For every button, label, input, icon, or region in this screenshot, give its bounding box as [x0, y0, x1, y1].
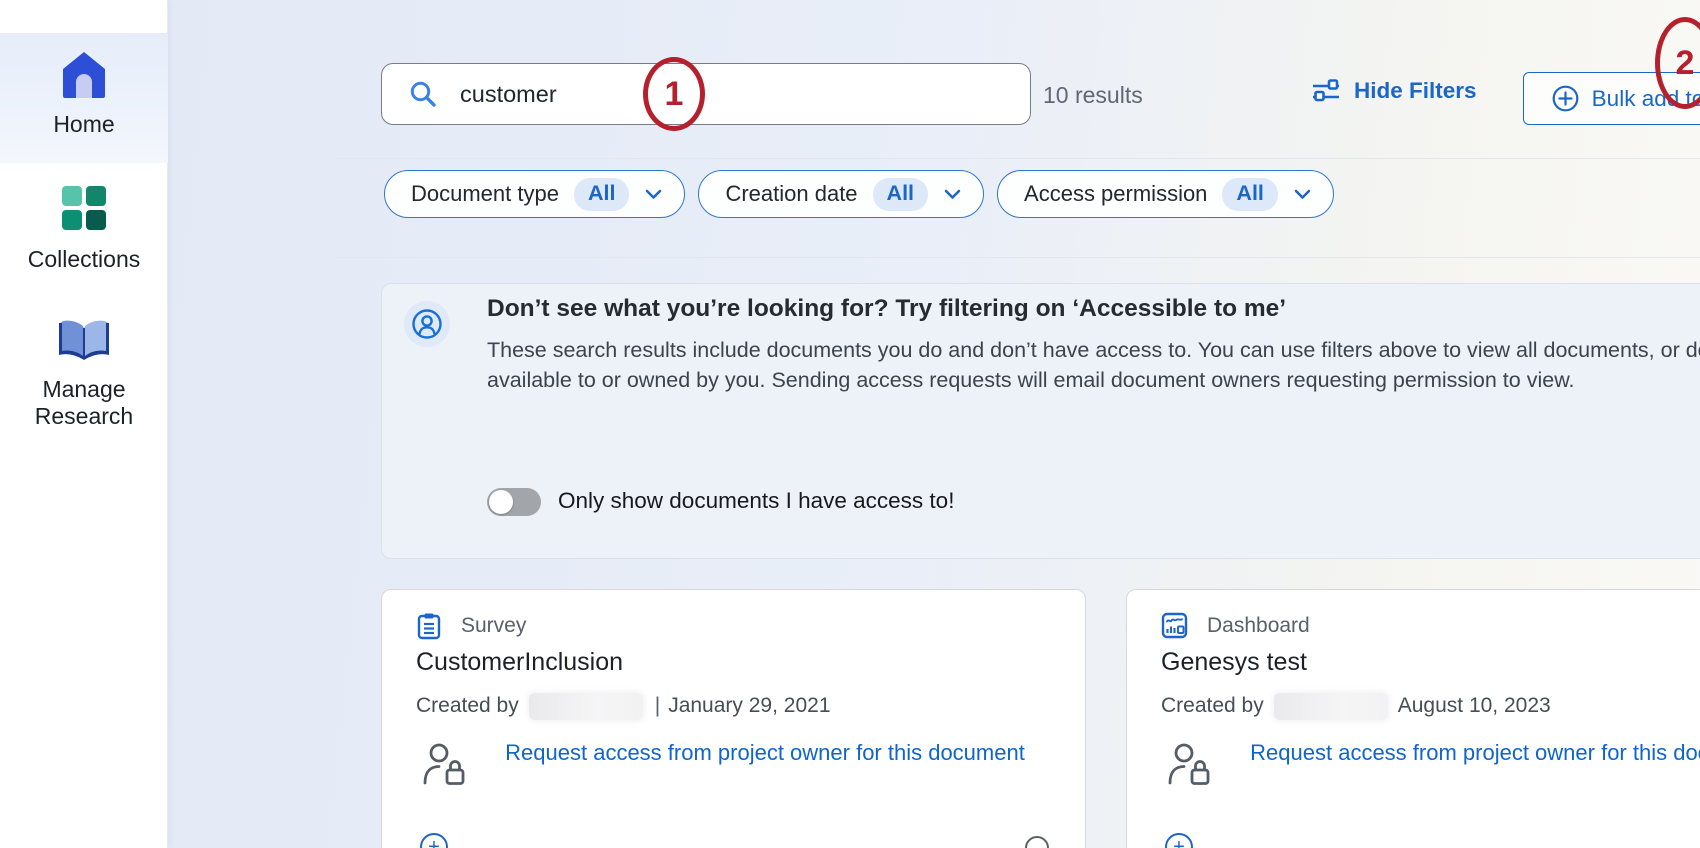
hide-filters-label: Hide Filters [1354, 78, 1477, 104]
document-card: Survey CustomerInclusion Created by | Ja… [381, 589, 1086, 848]
sidebar-item-manage-research[interactable]: Manage Research [0, 298, 168, 443]
banner-title: Don’t see what you’re looking for? Try f… [487, 295, 1286, 323]
request-access-link[interactable]: Request access from project owner for th… [1245, 739, 1700, 767]
chevron-down-icon [1294, 189, 1311, 200]
sidebar-item-collections[interactable]: Collections [0, 168, 168, 283]
sidebar: Home Collections Manage Research [0, 0, 168, 848]
sidebar-item-label: Collections [0, 246, 168, 273]
add-to-collection-icon[interactable]: + [1165, 833, 1193, 848]
banner-body: These search results include documents y… [487, 336, 1700, 395]
search-box[interactable] [381, 63, 1031, 125]
document-type-label: Survey [461, 614, 526, 638]
main-content: 10 results Hide Filters Bulk add to coll… [168, 0, 1700, 848]
document-meta: Created by August 10, 2023 [1161, 692, 1551, 720]
partial-circle-icon[interactable] [1025, 836, 1049, 848]
meta-separator: | [655, 694, 660, 718]
filter-document-type[interactable]: Document type All [384, 170, 685, 218]
created-date: August 10, 2023 [1398, 694, 1551, 718]
chevron-down-icon [645, 189, 662, 200]
add-to-collection-icon[interactable]: + [420, 833, 448, 848]
filters-divider [336, 257, 1700, 258]
search-input[interactable] [460, 81, 900, 108]
filter-label: Access permission [1024, 181, 1207, 207]
chevron-down-icon [944, 189, 961, 200]
results-count: 10 results [1043, 82, 1143, 109]
filter-label: Creation date [725, 181, 857, 207]
header-divider [336, 158, 1700, 159]
filters-slider-icon [1311, 78, 1341, 104]
book-icon [0, 298, 168, 369]
created-by-label: Created by [1161, 694, 1264, 718]
sidebar-item-home[interactable]: Home [0, 33, 168, 163]
bulk-add-label: Bulk add to collection [1592, 86, 1700, 112]
access-info-banner: Don’t see what you’re looking for? Try f… [381, 283, 1700, 559]
request-access-link[interactable]: Request access from project owner for th… [500, 739, 1030, 767]
created-by-label: Created by [416, 694, 519, 718]
survey-icon [416, 612, 442, 640]
filter-creation-date[interactable]: Creation date All [698, 170, 984, 218]
filters-row: Document type All Creation date All Acce… [384, 170, 1334, 218]
sidebar-item-label: Home [0, 111, 168, 138]
toggle-label: Only show documents I have access to! [558, 487, 954, 515]
filter-label: Document type [411, 181, 559, 207]
bulk-add-to-collection-button[interactable]: Bulk add to collection [1523, 72, 1700, 125]
collections-icon [0, 168, 168, 237]
plus-circle-icon [1552, 85, 1579, 112]
document-card: Dashboard Genesys test Created by August… [1126, 589, 1700, 848]
filter-access-permission[interactable]: Access permission All [997, 170, 1334, 218]
redacted-owner-name [529, 693, 643, 720]
document-meta: Created by | January 29, 2021 [416, 692, 831, 720]
filter-value-badge: All [1222, 178, 1277, 211]
home-icon [0, 33, 168, 105]
person-lock-icon [1165, 740, 1215, 797]
access-toggle[interactable] [487, 488, 541, 516]
created-date: January 29, 2021 [668, 694, 830, 718]
document-title: Genesys test [1161, 648, 1307, 677]
person-lock-icon [420, 740, 470, 797]
filter-value-badge: All [574, 178, 629, 211]
sidebar-item-label: Manage Research [24, 376, 144, 430]
document-type-label: Dashboard [1207, 614, 1310, 638]
document-title: CustomerInclusion [416, 648, 623, 677]
hide-filters-button[interactable]: Hide Filters [1311, 78, 1477, 104]
toggle-knob [489, 490, 513, 514]
filter-value-badge: All [873, 178, 928, 211]
dashboard-icon [1161, 612, 1188, 639]
search-icon [408, 79, 438, 109]
redacted-owner-name [1274, 693, 1388, 720]
user-circle-icon [404, 301, 450, 347]
